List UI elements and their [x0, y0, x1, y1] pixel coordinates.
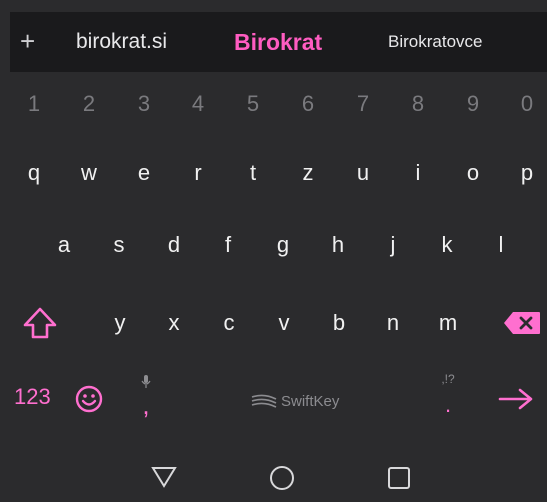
key-4[interactable]: 4 — [173, 73, 223, 135]
key-r[interactable]: r — [173, 142, 223, 204]
key-l[interactable]: l — [476, 214, 526, 276]
nav-back-icon[interactable] — [150, 464, 178, 490]
key-n[interactable]: n — [368, 292, 418, 354]
key-d[interactable]: d — [149, 214, 199, 276]
key-q[interactable]: q — [9, 142, 59, 204]
keyboard: + birokrat.si Birokrat Birokratovce 1 2 … — [0, 0, 547, 502]
key-i[interactable]: i — [393, 142, 443, 204]
letter-row-2: a s d f g h j k l — [0, 214, 547, 276]
emoji-icon[interactable] — [74, 384, 104, 414]
nav-home-icon[interactable] — [268, 464, 296, 492]
key-9[interactable]: 9 — [448, 73, 498, 135]
key-e[interactable]: e — [119, 142, 169, 204]
swiftkey-logo-icon — [251, 394, 277, 408]
key-6[interactable]: 6 — [283, 73, 333, 135]
key-p[interactable]: p — [502, 142, 547, 204]
period-alt-hint: ,!? — [441, 372, 455, 386]
key-t[interactable]: t — [228, 142, 278, 204]
mic-icon — [140, 374, 152, 390]
key-7[interactable]: 7 — [338, 73, 388, 135]
suggestion-strip: + birokrat.si Birokrat Birokratovce — [10, 12, 547, 72]
key-s[interactable]: s — [94, 214, 144, 276]
comma-key[interactable]: , — [136, 392, 156, 418]
key-0[interactable]: 0 — [502, 73, 547, 135]
nav-recents-icon[interactable] — [386, 465, 412, 491]
key-o[interactable]: o — [448, 142, 498, 204]
space-bar-label: SwiftKey — [281, 392, 340, 410]
suggestion-left[interactable]: birokrat.si — [76, 12, 167, 72]
key-b[interactable]: b — [314, 292, 364, 354]
suggestion-middle[interactable]: Birokrat — [234, 12, 322, 72]
key-a[interactable]: a — [39, 214, 89, 276]
key-z[interactable]: z — [283, 142, 333, 204]
numbers-key[interactable]: 123 — [14, 384, 51, 410]
key-j[interactable]: j — [368, 214, 418, 276]
key-c[interactable]: c — [204, 292, 254, 354]
number-row: 1 2 3 4 5 6 7 8 9 0 — [0, 73, 547, 135]
key-5[interactable]: 5 — [228, 73, 278, 135]
shift-icon[interactable] — [20, 304, 60, 342]
key-3[interactable]: 3 — [119, 73, 169, 135]
key-u[interactable]: u — [338, 142, 388, 204]
key-h[interactable]: h — [313, 214, 363, 276]
letter-row-3: y x c v b n m — [0, 292, 547, 354]
key-f[interactable]: f — [203, 214, 253, 276]
key-y[interactable]: y — [95, 292, 145, 354]
key-k[interactable]: k — [422, 214, 472, 276]
key-g[interactable]: g — [258, 214, 308, 276]
key-8[interactable]: 8 — [393, 73, 443, 135]
plus-icon[interactable]: + — [20, 26, 35, 56]
key-w[interactable]: w — [64, 142, 114, 204]
key-2[interactable]: 2 — [64, 73, 114, 135]
backspace-icon[interactable] — [502, 310, 542, 336]
letter-row-1: q w e r t z u i o p — [0, 142, 547, 204]
period-key[interactable]: . — [441, 394, 455, 416]
key-1[interactable]: 1 — [9, 73, 59, 135]
system-nav-bar — [0, 452, 547, 502]
space-bar[interactable]: SwiftKey — [250, 390, 360, 412]
enter-arrow-icon[interactable] — [497, 385, 535, 413]
suggestion-right[interactable]: Birokratovce — [388, 12, 482, 72]
key-m[interactable]: m — [423, 292, 473, 354]
key-v[interactable]: v — [259, 292, 309, 354]
key-x[interactable]: x — [149, 292, 199, 354]
